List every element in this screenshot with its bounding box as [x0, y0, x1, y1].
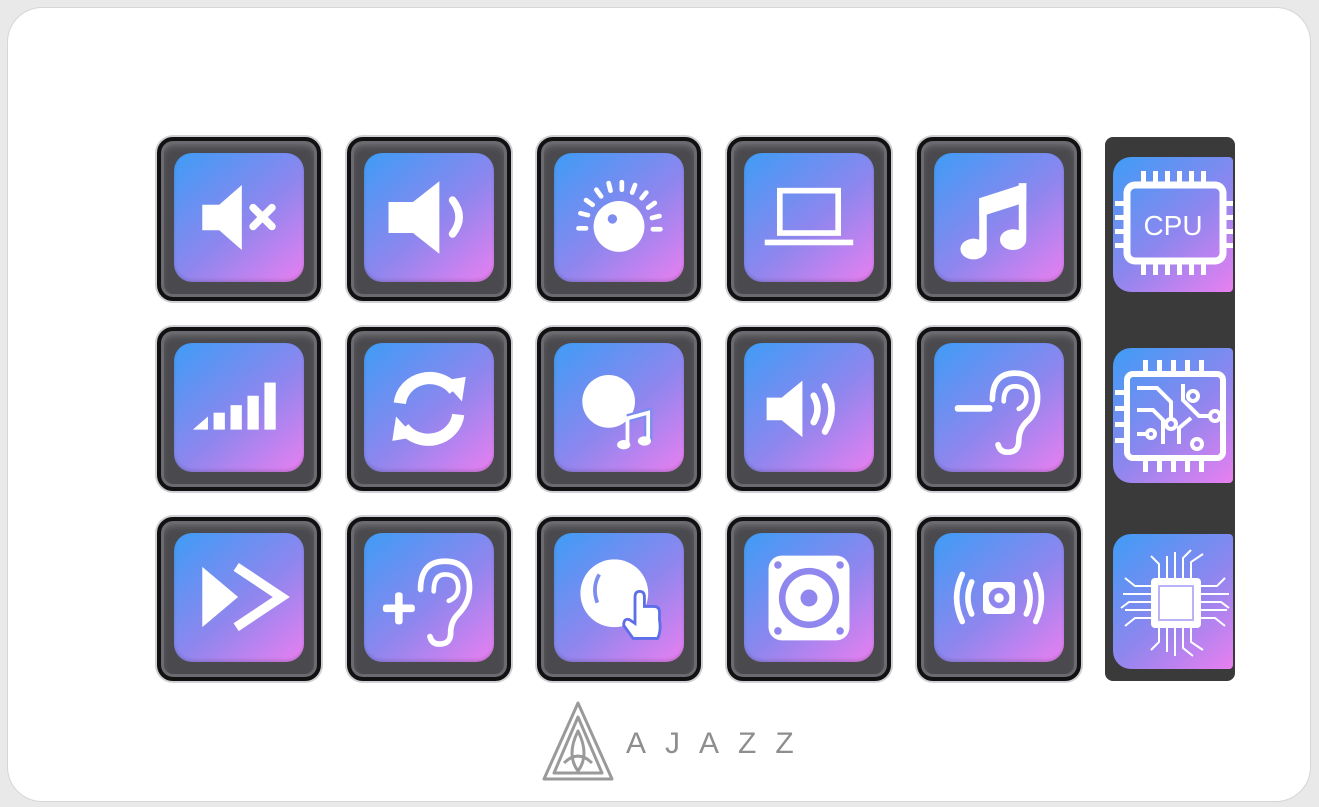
key-face: [174, 343, 304, 472]
key-face: [934, 153, 1064, 282]
speaker-icon: [768, 555, 850, 641]
key-face: [364, 533, 494, 662]
cpu-chip-icon: CPU: [1115, 171, 1233, 275]
key-face: [174, 533, 304, 662]
key-face: [554, 343, 684, 472]
key-volume-mute[interactable]: [157, 137, 321, 301]
side-key-cpu[interactable]: CPU: [1113, 157, 1233, 292]
key-knob-music[interactable]: [537, 327, 701, 491]
key-face: [174, 153, 304, 282]
key-face: [554, 153, 684, 282]
volume-high-icon: [766, 380, 835, 438]
key-hearing-decrease[interactable]: [917, 327, 1081, 491]
circuit-chip-icon: [1115, 360, 1226, 472]
key-knob-touch[interactable]: [537, 517, 701, 681]
hearing-increase-icon: [382, 558, 473, 647]
key-face: [744, 533, 874, 662]
key-laptop[interactable]: [727, 137, 891, 301]
side-key-processor[interactable]: [1113, 534, 1233, 669]
hearing-decrease-icon: [954, 370, 1041, 456]
side-key-circuit[interactable]: [1113, 348, 1233, 483]
volume-knob-icon: [576, 179, 663, 252]
volume-mute-icon: [202, 185, 276, 250]
key-volume-high[interactable]: [727, 327, 891, 491]
processor-board-icon: [1120, 549, 1230, 657]
cpu-label: CPU: [1143, 210, 1202, 241]
signal-bars-icon: [192, 382, 276, 430]
key-speaker[interactable]: [727, 517, 891, 681]
key-face: [554, 533, 684, 662]
speaker-vibrate-icon: [953, 571, 1045, 625]
laptop-icon: [764, 187, 854, 246]
key-refresh[interactable]: [347, 327, 511, 491]
key-volume-low[interactable]: [347, 137, 511, 301]
key-hearing-increase[interactable]: [347, 517, 511, 681]
key-speaker-vibrate[interactable]: [917, 517, 1081, 681]
key-face: [364, 343, 494, 472]
key-signal-bars[interactable]: [157, 327, 321, 491]
volume-low-icon: [388, 181, 463, 254]
key-music[interactable]: [917, 137, 1081, 301]
refresh-icon: [392, 371, 466, 446]
key-face: [364, 153, 494, 282]
key-face: [934, 343, 1064, 472]
key-face: [744, 153, 874, 282]
key-volume-knob[interactable]: [537, 137, 701, 301]
key-face: [934, 533, 1064, 662]
key-face: [744, 343, 874, 472]
key-fast-forward[interactable]: [157, 517, 321, 681]
knob-music-icon: [582, 375, 653, 450]
fast-forward-icon: [202, 562, 290, 632]
brand-text: AJAZZ: [626, 727, 813, 760]
music-note-icon: [960, 183, 1027, 260]
knob-touch-icon: [580, 559, 662, 640]
